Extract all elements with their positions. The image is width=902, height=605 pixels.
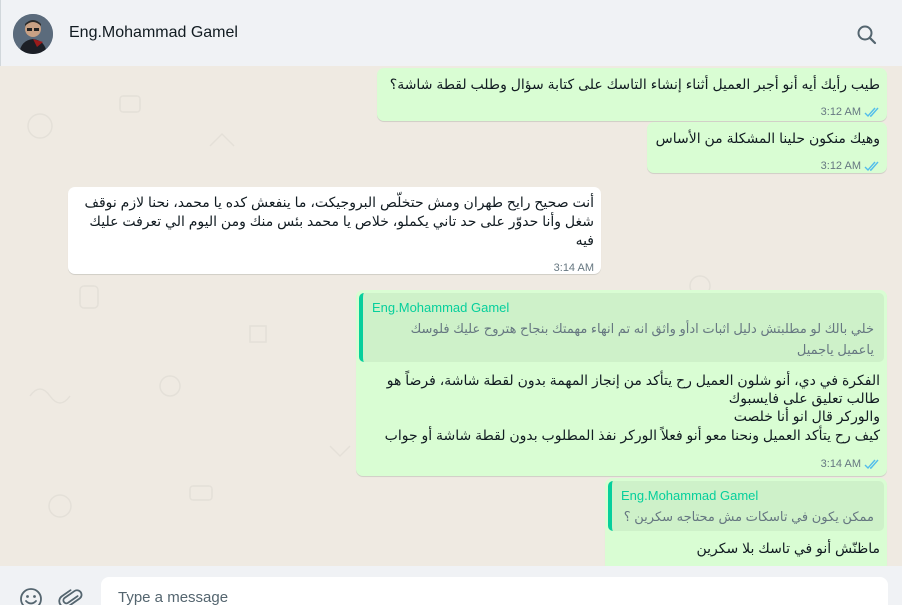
- quote-text-line: خلي بالك لو مطلبتش دليل اثبات ادأو واثق …: [410, 321, 874, 336]
- composer-bar: [0, 566, 902, 605]
- contact-name[interactable]: Eng.Mohammad Gamel: [69, 24, 238, 42]
- message-bubble-outgoing[interactable]: طيب رأيك أيه أنو أجبر العميل أثناء إنشاء…: [377, 68, 887, 121]
- message-text-line: الفكرة في دي، أنو شلون العميل رح يتأكد م…: [386, 372, 880, 388]
- message-text-line: فيه: [575, 232, 594, 248]
- message-meta: 3:14 AM: [554, 259, 594, 278]
- message-text: طيب رأيك أيه أنو أجبر العميل أثناء إنشاء…: [389, 76, 880, 92]
- message-text-line: كيف رح يتأكد العميل ونحنا معو أنو فعلاً …: [384, 427, 880, 443]
- avatar[interactable]: [13, 14, 53, 54]
- message-meta: 3:14 AM: [821, 455, 880, 474]
- message-input[interactable]: [101, 577, 888, 605]
- message-text-line: شغل وأنا حدوّر على حد تاني يكملو، خلاص ي…: [89, 213, 594, 229]
- message-text-line: ماظنّش أنو في تاسك بلا سكرين: [696, 540, 881, 556]
- message-meta: 3:12 AM: [821, 157, 880, 176]
- message-time: 3:12 AM: [820, 106, 861, 118]
- double-check-icon: [864, 107, 879, 118]
- message-time: 3:14 AM: [553, 262, 594, 274]
- quote-text-line: ياعميل ياجميل: [796, 342, 874, 357]
- message-time: 3:12 AM: [820, 160, 861, 172]
- message-text-line: والوركر قال انو أنا خلصت: [733, 408, 880, 424]
- message-bubble-outgoing[interactable]: Eng.Mohammad Gamel خلي بالك لو مطلبتش دل…: [356, 290, 887, 476]
- message-time: 3:14 AM: [820, 458, 861, 470]
- message-bubble-outgoing[interactable]: Eng.Mohammad Gamel ممكن يكون في تاسكات م…: [605, 478, 887, 566]
- message-list[interactable]: طيب رأيك أيه أنو أجبر العميل أثناء إنشاء…: [0, 66, 902, 566]
- quoted-message[interactable]: Eng.Mohammad Gamel ممكن يكون في تاسكات م…: [608, 481, 884, 531]
- double-check-icon: [864, 161, 879, 172]
- chat-header: Eng.Mohammad Gamel: [0, 0, 902, 66]
- double-check-icon: [864, 459, 879, 470]
- message-text-line: طالب تعليق على فايسبوك: [728, 390, 880, 406]
- message-bubble-incoming[interactable]: أنت صحيح رايح طهران ومش حتخلّص البروجيكت…: [68, 187, 601, 274]
- message-meta: 3:12 AM: [821, 103, 880, 122]
- search-icon[interactable]: [855, 23, 879, 47]
- message-text: وهيك منكون حلينا المشكلة من الأساس: [655, 130, 880, 146]
- quote-author: Eng.Mohammad Gamel: [372, 300, 510, 315]
- message-bubble-outgoing[interactable]: وهيك منكون حلينا المشكلة من الأساس 3:12 …: [647, 122, 887, 173]
- quote-author: Eng.Mohammad Gamel: [621, 488, 759, 503]
- quote-text-line: ممكن يكون في تاسكات مش محتاجه سكرين ؟: [623, 509, 874, 524]
- message-text-line: أنت صحيح رايح طهران ومش حتخلّص البروجيكت…: [84, 194, 594, 210]
- quoted-message[interactable]: Eng.Mohammad Gamel خلي بالك لو مطلبتش دل…: [359, 293, 884, 362]
- emoji-icon[interactable]: [18, 586, 44, 605]
- paperclip-icon[interactable]: [58, 586, 84, 605]
